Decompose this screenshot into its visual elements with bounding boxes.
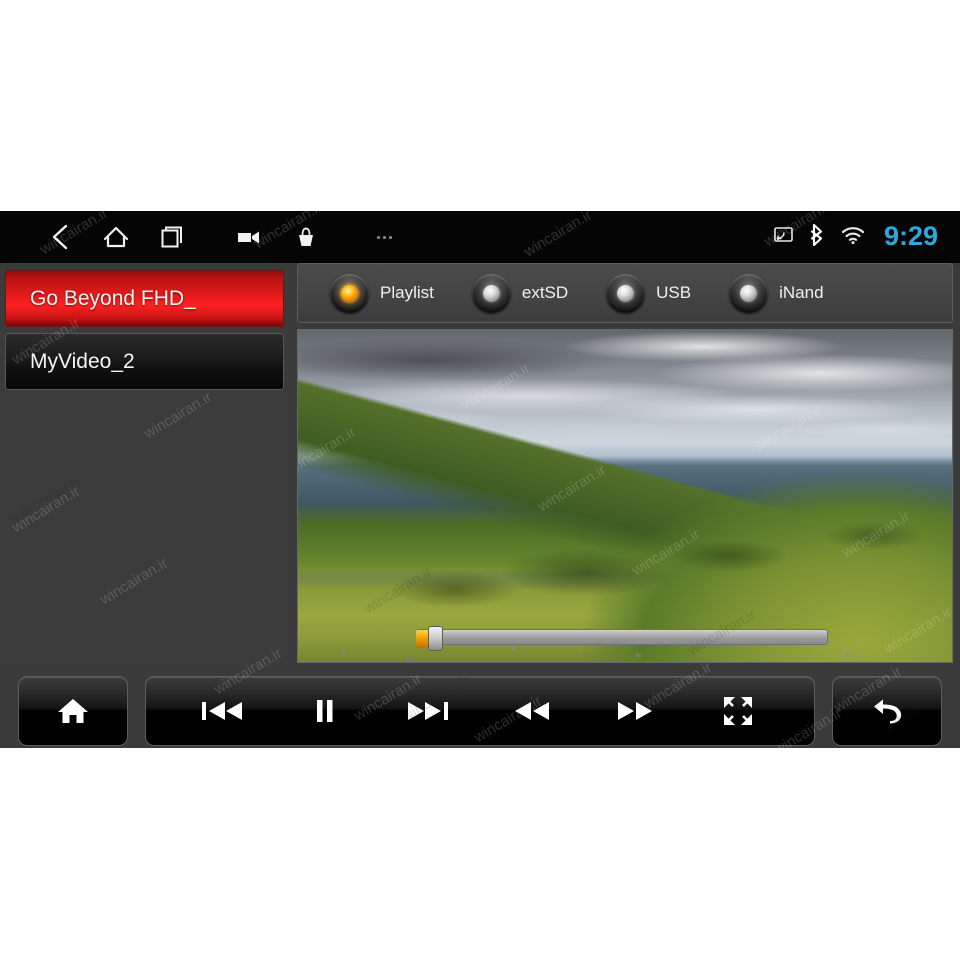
status-bar-system-icons: 9:29 [773,220,960,252]
status-bar-nav-icons [0,211,773,263]
playlist-item-label: MyVideo_2 [30,349,135,373]
list-item[interactable]: MyVideo_2 [5,333,284,390]
playlist-sidebar: Go Beyond FHD_ MyVideo_2 [0,263,290,668]
source-option-extsd[interactable]: extSD [471,273,569,313]
seek-bar[interactable] [416,626,828,651]
home-button[interactable] [18,676,128,746]
recents-icon[interactable] [144,211,200,263]
android-status-bar: 9:29 [0,211,960,263]
source-option-label: Playlist [380,283,434,302]
more-dots-icon[interactable] [356,211,412,263]
radio-led-icon [729,273,769,313]
radio-led-icon [330,273,369,313]
seek-track[interactable] [416,629,828,645]
radio-led-icon [606,273,646,313]
back-button[interactable] [832,676,942,746]
wifi-icon[interactable] [840,225,866,250]
source-option-label: extSD [521,283,569,302]
basket-icon[interactable] [278,211,334,263]
next-track-icon[interactable] [388,677,468,745]
source-option-inand[interactable]: iNand [729,273,824,313]
seek-thumb[interactable] [428,626,444,651]
player-right-panel: Playlist extSD USB iNand [297,263,953,663]
fast-forward-icon[interactable] [595,677,675,745]
home-icon[interactable] [88,211,144,263]
playlist-item-label: Go Beyond FHD_ [30,286,196,310]
source-selector-bar: Playlist extSD USB iNand [297,263,953,323]
car-head-unit-screen: 9:29 Go Beyond FHD_ MyVideo_2 Playlist e… [0,211,960,748]
transport-control-bar [0,673,960,748]
video-viewport[interactable]: wincairan.ir wincairan.ir wincairan.ir w… [297,329,953,663]
screenshot-canvas: 9:29 Go Beyond FHD_ MyVideo_2 Playlist e… [0,0,960,960]
radio-led-icon [471,273,511,313]
fullscreen-icon[interactable] [698,677,778,745]
source-option-usb[interactable]: USB [606,273,692,313]
source-option-playlist[interactable]: Playlist [330,273,434,313]
video-frame-image [298,330,952,662]
source-option-label: USB [656,283,692,302]
rewind-icon[interactable] [492,677,572,745]
seek-progress-fill [416,630,429,648]
cast-icon[interactable] [773,226,794,249]
player-content-area: Go Beyond FHD_ MyVideo_2 Playlist extSD [0,263,960,668]
list-item[interactable]: Go Beyond FHD_ [5,270,284,327]
previous-track-icon[interactable] [182,677,262,745]
source-option-label: iNand [779,283,824,302]
back-icon[interactable] [32,211,88,263]
bluetooth-icon[interactable] [808,223,826,252]
pause-icon[interactable] [285,677,365,745]
video-camera-icon[interactable] [222,211,278,263]
status-bar-clock: 9:29 [883,220,938,251]
media-buttons-group [145,676,815,746]
